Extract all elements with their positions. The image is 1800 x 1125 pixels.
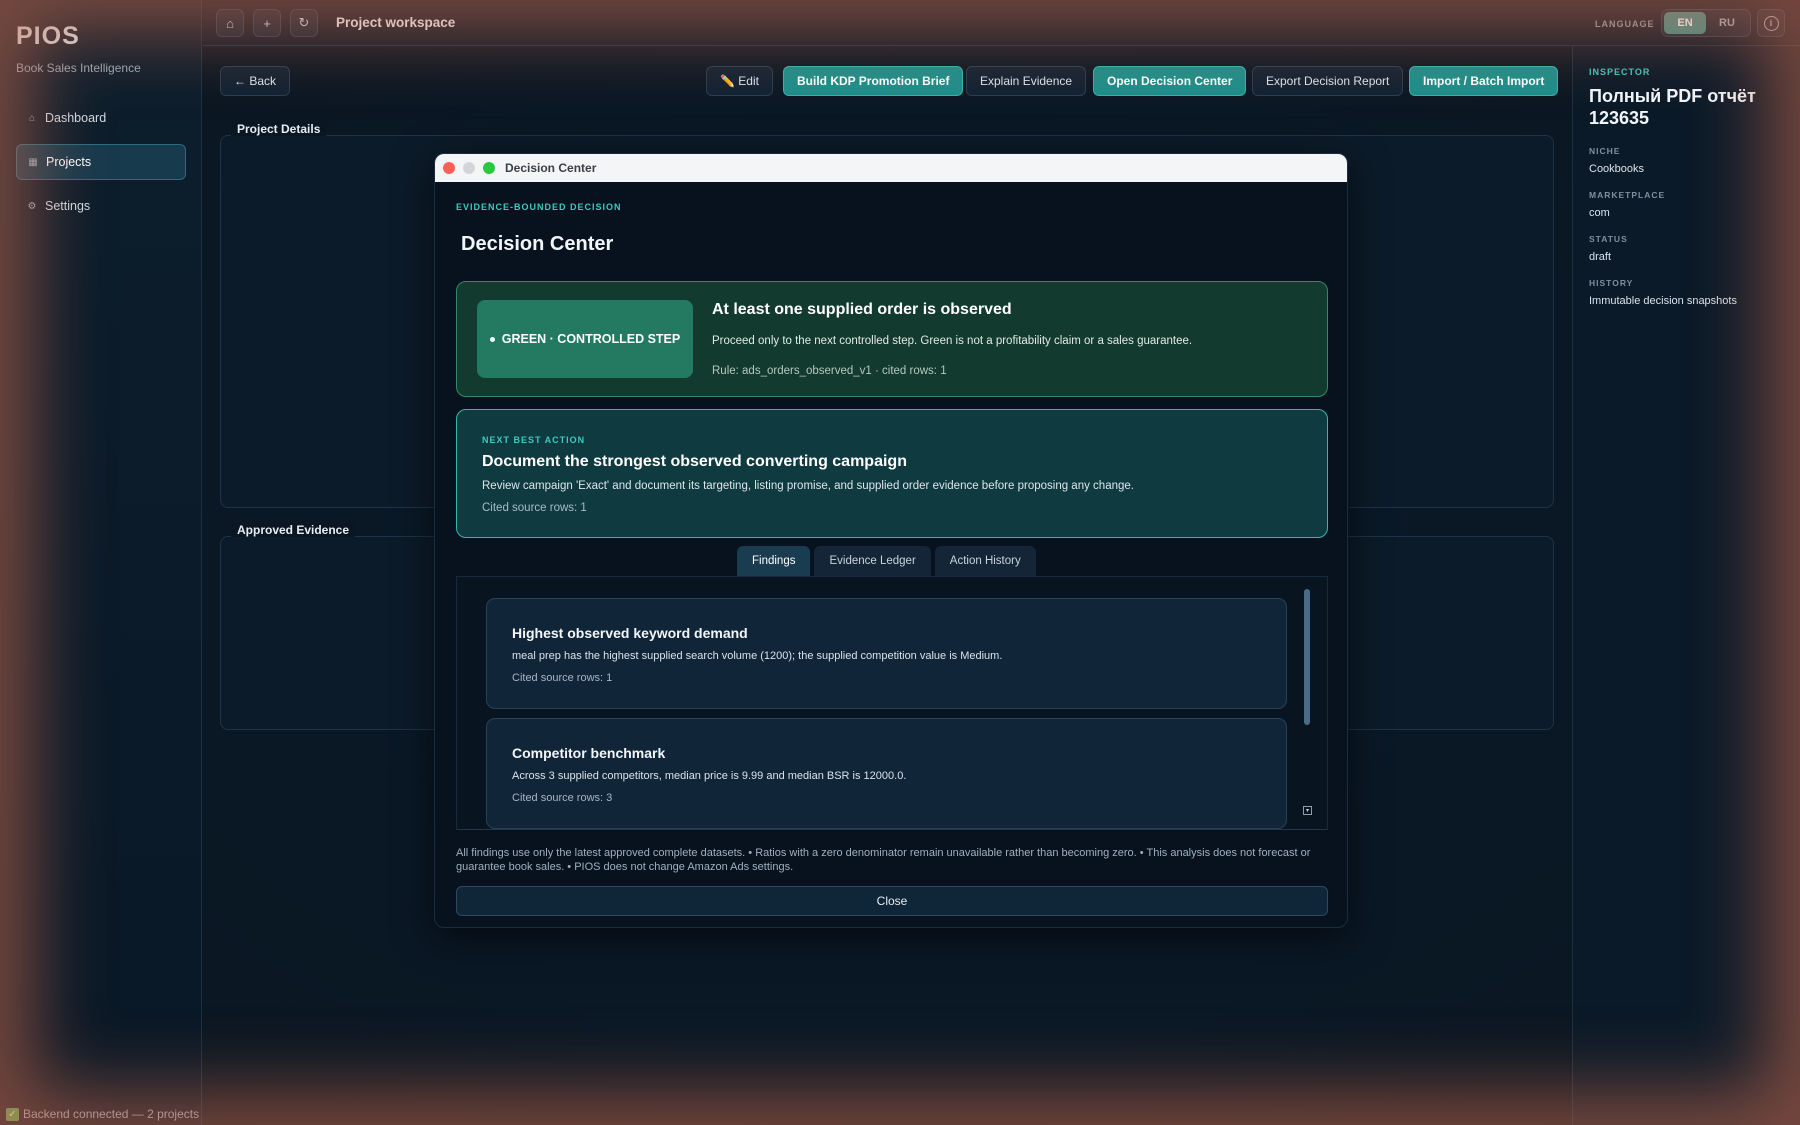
explain-evidence-button[interactable]: Explain Evidence [966,66,1087,96]
verdict-rule: Rule: ads_orders_observed_v1 · cited row… [712,365,947,377]
decision-center-modal: Decision Center EVIDENCE-BOUNDED DECISIO… [434,153,1348,928]
grid-icon: ▦ [28,156,38,168]
refresh-icon: ↻ [298,15,310,30]
modal-window-title: Decision Center [505,161,597,175]
new-project-button[interactable]: + [253,9,281,37]
sidebar: PIOS Book Sales Intelligence ⌂ Dashboard… [0,0,202,1125]
language-label: LANGUAGE [1595,19,1655,29]
sidebar-item-settings[interactable]: ⚙ Settings [16,188,186,224]
scroll-down-icon[interactable]: ▾ [1303,806,1312,815]
close-window-icon[interactable] [443,162,455,174]
inspector-panel: INSPECTOR Полный PDF отчёт 123635 NICHE … [1572,46,1800,1125]
marketplace-value: com [1589,207,1610,219]
finding-cite: Cited source rows: 3 [512,792,613,804]
findings-scrollbar[interactable]: ▾ [1303,589,1312,815]
niche-value: Cookbooks [1589,163,1645,175]
backend-status-text: Backend connected — 2 projects [23,1107,200,1121]
sidebar-item-label: Projects [46,155,92,169]
app-window: PIOS Book Sales Intelligence ⌂ Dashboard… [0,0,1800,1125]
tab-evidence-ledger[interactable]: Evidence Ledger [814,546,931,576]
import-button[interactable]: Import / Batch Import [1409,66,1559,96]
verdict-badge: GREEN · CONTROLLED STEP [477,300,693,378]
edit-button[interactable]: ✏️ Edit [706,66,773,96]
finding-cite: Cited source rows: 1 [512,672,613,684]
language-toggle: EN RU [1661,9,1751,37]
tab-action-history[interactable]: Action History [934,546,1036,576]
niche-label: NICHE [1589,146,1621,156]
minimize-window-icon[interactable] [463,162,475,174]
disclaimer-text: All findings use only the latest approve… [456,847,1311,873]
finding-title: Highest observed keyword demand [512,625,748,641]
sidebar-item-label: Settings [45,199,91,213]
info-icon: i [1763,15,1779,31]
finding-text: Across 3 supplied competitors, median pr… [512,770,907,782]
decision-verdict-card: GREEN · CONTROLLED STEP At least one sup… [456,281,1328,397]
status-label: STATUS [1589,234,1628,244]
modal-heading: Decision Center [461,233,614,255]
back-button[interactable]: ← Back [220,66,291,96]
history-value: Immutable decision snapshots [1589,295,1737,307]
modal-eyebrow: EVIDENCE-BOUNDED DECISION [456,202,622,212]
refresh-button[interactable]: ↻ [290,9,318,37]
project-details-heading: Project Details [231,122,327,136]
bullet-icon [489,336,495,342]
next-action-eyebrow: NEXT BEST ACTION [482,435,586,445]
next-best-action-card: NEXT BEST ACTION Document the strongest … [456,409,1328,538]
inspector-title: Полный PDF отчёт 123635 [1589,86,1756,128]
info-button[interactable]: i [1757,9,1785,37]
language-ru-button[interactable]: RU [1706,12,1748,34]
backend-status: ✓ Backend connected — 2 projects [6,1107,199,1121]
inspector-heading: INSPECTOR [1589,67,1651,77]
marketplace-label: MARKETPLACE [1589,190,1666,200]
plus-icon: + [263,15,271,31]
sidebar-item-projects[interactable]: ▦ Projects [16,144,186,180]
finding-text: meal prep has the highest supplied searc… [512,650,1003,662]
tab-findings[interactable]: Findings [737,546,811,576]
page-title: Project workspace [336,15,456,30]
maximize-window-icon[interactable] [483,162,495,174]
scrollbar-thumb[interactable] [1304,589,1310,725]
status-value: draft [1589,251,1612,263]
finding-card: Competitor benchmark Across 3 supplied c… [486,718,1287,829]
verdict-title: At least one supplied order is observed [712,301,1012,318]
app-subtitle: Book Sales Intelligence [16,61,141,75]
next-action-cite: Cited source rows: 1 [482,502,587,514]
export-decision-report-button[interactable]: Export Decision Report [1252,66,1404,96]
history-label: HISTORY [1589,278,1634,288]
next-action-text: Review campaign 'Exact' and document its… [482,480,1134,492]
findings-list[interactable]: Highest observed keyword demand meal pre… [456,576,1328,830]
finding-card: Highest observed keyword demand meal pre… [486,598,1287,709]
build-promotion-brief-button[interactable]: Build KDP Promotion Brief [783,66,964,96]
gear-icon: ⚙ [27,200,37,212]
open-decision-center-button[interactable]: Open Decision Center [1093,66,1247,96]
home-icon: ⌂ [226,15,234,31]
top-bar: ⌂ + ↻ Project workspace LANGUAGE EN RU i [203,0,1800,46]
verdict-badge-label: GREEN · CONTROLLED STEP [501,332,681,346]
verdict-text: Proceed only to the next controlled step… [712,335,1193,347]
next-action-title: Document the strongest observed converti… [482,453,907,470]
app-brand: PIOS [16,22,80,50]
language-en-button[interactable]: EN [1664,12,1706,34]
check-icon: ✓ [6,1107,19,1121]
close-button[interactable]: Close [456,886,1328,916]
finding-title: Competitor benchmark [512,745,666,761]
home-icon: ⌂ [28,112,36,124]
approved-evidence-heading: Approved Evidence [231,523,356,537]
sidebar-nav: ⌂ Dashboard ▦ Projects ⚙ Settings [16,100,186,232]
modal-titlebar: Decision Center [435,154,1347,182]
sidebar-item-label: Dashboard [45,111,107,125]
decision-tabs: Findings Evidence Ledger Action History [737,546,1036,576]
home-button[interactable]: ⌂ [216,9,244,37]
sidebar-item-dashboard[interactable]: ⌂ Dashboard [16,100,186,136]
